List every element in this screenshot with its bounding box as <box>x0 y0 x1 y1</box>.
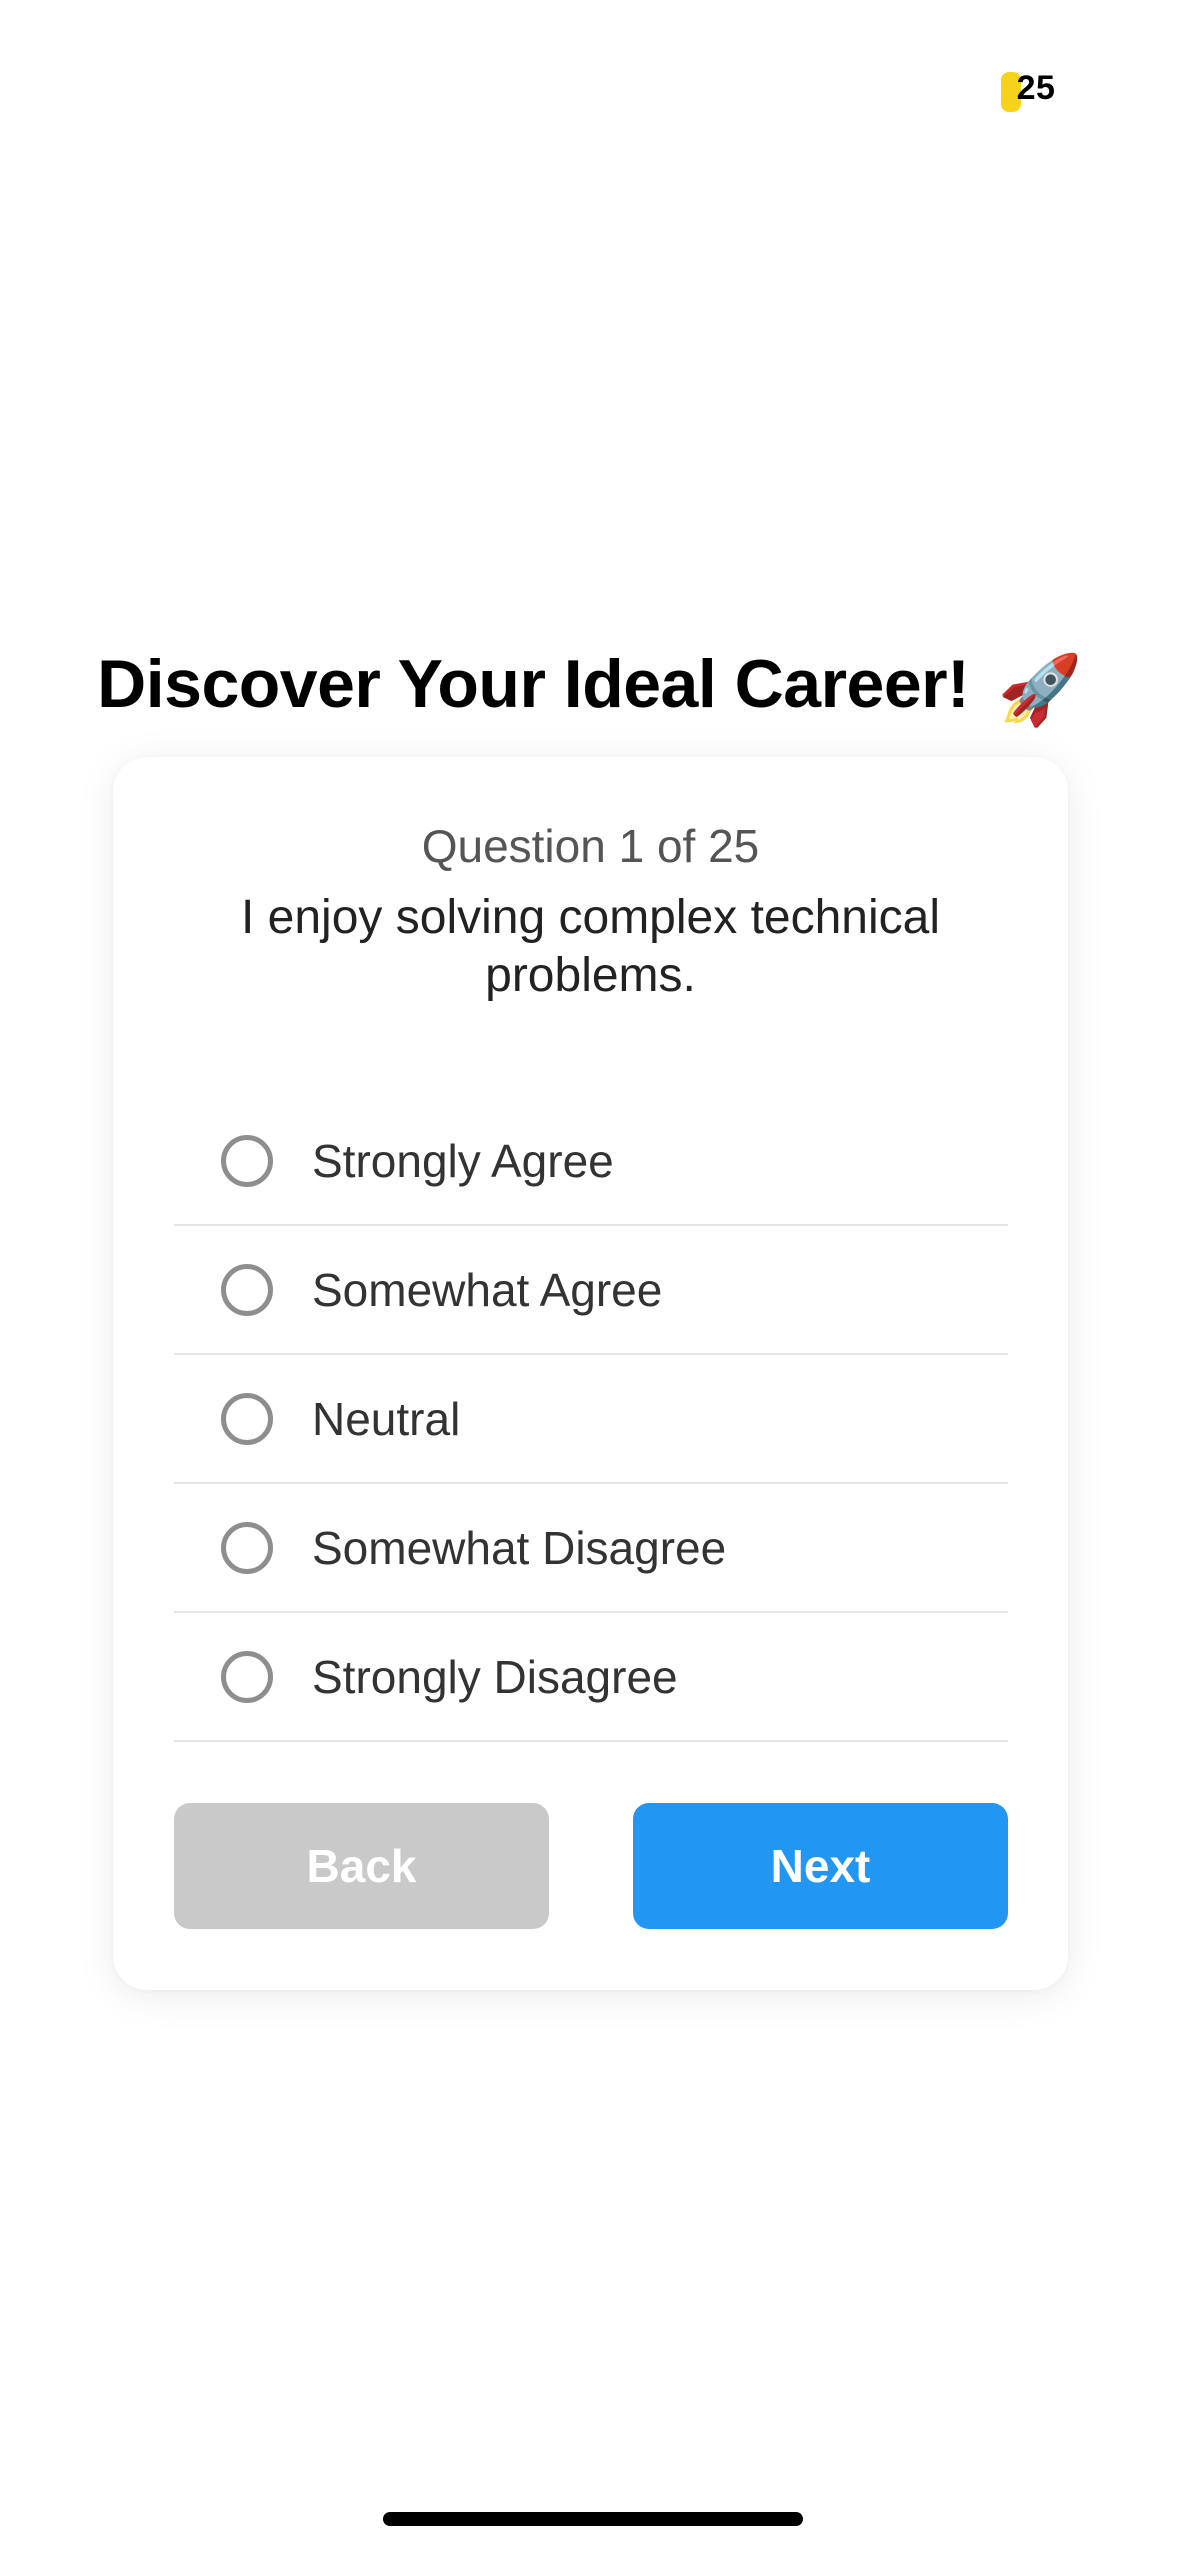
next-button[interactable]: Next <box>633 1803 1008 1929</box>
radio-icon[interactable] <box>221 1263 273 1316</box>
answer-options: Strongly Agree Somewhat Agree Neutral So… <box>174 1097 1008 1742</box>
option-label: Somewhat Agree <box>312 1263 663 1316</box>
rocket-icon: 🚀 <box>997 652 1083 728</box>
home-indicator[interactable] <box>383 2512 803 2526</box>
radio-icon[interactable] <box>221 1521 273 1574</box>
back-button[interactable]: Back <box>174 1803 549 1929</box>
status-bar: 25 <box>1001 60 1061 116</box>
question-counter: Question 1 of 25 <box>421 820 760 872</box>
navigation-buttons: Back Next <box>174 1803 1008 1929</box>
radio-icon[interactable] <box>221 1392 273 1445</box>
option-somewhat-disagree[interactable]: Somewhat Disagree <box>174 1484 1008 1613</box>
option-label: Strongly Agree <box>312 1134 614 1187</box>
question-text: I enjoy solving complex technical proble… <box>240 891 941 1002</box>
option-somewhat-agree[interactable]: Somewhat Agree <box>174 1226 1008 1355</box>
radio-icon[interactable] <box>221 1650 273 1703</box>
battery-indicator: 25 <box>1001 66 1061 112</box>
quiz-card: Question 1 of 25 I enjoy solving complex… <box>113 757 1068 1990</box>
option-label: Somewhat Disagree <box>312 1521 727 1574</box>
screen: 25 Discover Your Ideal Career! 🚀 Questio… <box>0 0 1179 2556</box>
page-title: Discover Your Ideal Career! 🚀 <box>0 645 1179 730</box>
option-label: Neutral <box>312 1392 461 1445</box>
page-title-text: Discover Your Ideal Career! <box>97 646 970 722</box>
option-label: Strongly Disagree <box>312 1650 678 1703</box>
radio-icon[interactable] <box>221 1134 273 1187</box>
battery-level: 25 <box>1016 68 1056 107</box>
option-strongly-agree[interactable]: Strongly Agree <box>174 1097 1008 1226</box>
option-neutral[interactable]: Neutral <box>174 1355 1008 1484</box>
option-strongly-disagree[interactable]: Strongly Disagree <box>174 1613 1008 1742</box>
